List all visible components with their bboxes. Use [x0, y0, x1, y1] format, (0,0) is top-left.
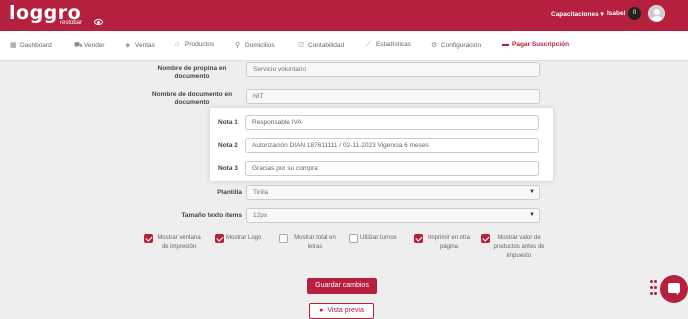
- tag-icon: ◈: [125, 42, 131, 49]
- note1-label: Nota 1: [218, 119, 238, 126]
- nav-item-label: Estadísticas: [376, 41, 412, 48]
- main-nav: ▦ Dashboard ⛟Vender ◈ Ventas ⌂ Productos ⚲ D…: [0, 31, 688, 61]
- bank-icon: ⛫: [298, 42, 305, 49]
- card-icon: ▬: [502, 41, 509, 48]
- capacitaciones-menu[interactable]: Capacitaciones ▾: [551, 10, 604, 18]
- nav-item-ventas[interactable]: ◈ Ventas: [125, 41, 155, 49]
- checkbox-total-letras[interactable]: [279, 234, 288, 243]
- template-select[interactable]: Tirilla ▼: [246, 185, 540, 200]
- option-label: Mostrar valor de productos antes de impu…: [493, 235, 545, 259]
- drag-handle-icon[interactable]: [650, 278, 658, 300]
- template-label: Plantilla: [217, 189, 242, 196]
- nav-item-dashboard[interactable]: ▦ Dashboard: [10, 41, 52, 49]
- nav-item-vender[interactable]: ⛟Vender: [74, 41, 105, 50]
- option-label: Mostrar ventana de impresión: [157, 235, 201, 250]
- nav-item-label: Contabilidad: [308, 42, 345, 49]
- option-label: Mostrar total en letras: [294, 235, 336, 250]
- dashboard-icon: ▦: [10, 42, 17, 49]
- top-bar: loggro restobar Capacitaciones ▾ Isabel …: [0, 0, 688, 31]
- chat-bubble-icon: [668, 283, 680, 295]
- save-button[interactable]: Guardar cambios: [307, 278, 377, 294]
- nav-item-pagar-suscripcion[interactable]: ▬ Pagar Suscripción: [502, 41, 569, 48]
- option-label: Imprimir en otra página: [427, 235, 470, 250]
- user-name[interactable]: Isabel: [607, 10, 625, 17]
- cart-icon: ⛟: [74, 42, 83, 49]
- tip-doc-name-field[interactable]: Servicio voluntario: [246, 62, 540, 77]
- nav-item-label: Domicilios: [245, 42, 275, 49]
- text-size-label: Tamaño texto ítems: [181, 212, 242, 219]
- gear-icon: ⚙: [431, 42, 438, 49]
- nav-item-productos[interactable]: ⌂ Productos: [175, 41, 214, 48]
- checkbox-valor-antes-impuesto[interactable]: [481, 234, 490, 243]
- option-label: Utilizar turnos: [360, 235, 397, 241]
- tip-doc-name-label: Nombre de propina en documento: [157, 65, 227, 80]
- preview-button[interactable]: ● Vista previa: [309, 303, 374, 319]
- notification-badge[interactable]: 0: [628, 7, 641, 20]
- note3-field[interactable]: Gracias por su compra: [245, 161, 539, 176]
- doc-name-field[interactable]: NIT: [246, 89, 540, 104]
- nav-item-label: Vender: [84, 42, 105, 49]
- note1-field[interactable]: Responsable IVA: [245, 115, 539, 130]
- logo-subtext: restobar: [60, 20, 83, 26]
- doc-name-label: Nombre de documento en documento: [151, 91, 233, 106]
- notes-card: Nota 1 Responsable IVA Nota 2 Autorizaci…: [210, 108, 553, 181]
- nav-item-label: Dashboard: [20, 42, 52, 49]
- preview-button-label: Vista previa: [327, 307, 364, 314]
- nav-item-contabilidad[interactable]: ⛫ Contabilidad: [298, 41, 344, 50]
- note2-label: Nota 2: [218, 142, 238, 149]
- nav-item-label: Productos: [185, 41, 215, 48]
- checkbox-utilizar-turnos[interactable]: [349, 234, 358, 243]
- chevron-down-icon: ▼: [529, 189, 535, 195]
- option-label: Mostrar Logo: [226, 235, 262, 241]
- box-icon: ⌂: [175, 41, 180, 48]
- chart-icon: ⟋: [366, 41, 371, 48]
- nav-item-domicilios[interactable]: ⚲ Domicilios: [235, 41, 275, 49]
- template-value: Tirilla: [253, 189, 269, 196]
- nav-item-configuracion[interactable]: ⚙ Configuración: [431, 41, 481, 49]
- chevron-down-icon: ▼: [529, 212, 535, 218]
- eye-icon: ●: [319, 307, 324, 314]
- checkbox-mostrar-logo[interactable]: [215, 234, 224, 243]
- text-size-value: 12px: [253, 212, 268, 219]
- nav-item-label: Pagar Suscripción: [512, 41, 570, 48]
- checkbox-imprimir-otra-pagina[interactable]: [414, 234, 423, 243]
- nav-item-label: Ventas: [135, 42, 155, 49]
- note2-field[interactable]: Autorización DIAN 187611111 / 02-11-2023…: [245, 138, 539, 153]
- chat-button[interactable]: [660, 275, 688, 303]
- nav-item-estadisticas[interactable]: ⟋ Estadísticas: [366, 41, 411, 49]
- text-size-select[interactable]: 12px ▼: [246, 208, 540, 223]
- eye-icon: [94, 19, 103, 25]
- avatar[interactable]: [648, 5, 665, 22]
- checkbox-mostrar-ventana[interactable]: [144, 234, 153, 243]
- note3-label: Nota 3: [218, 165, 238, 172]
- scooter-icon: ⚲: [235, 42, 241, 49]
- nav-item-label: Configuración: [441, 42, 482, 49]
